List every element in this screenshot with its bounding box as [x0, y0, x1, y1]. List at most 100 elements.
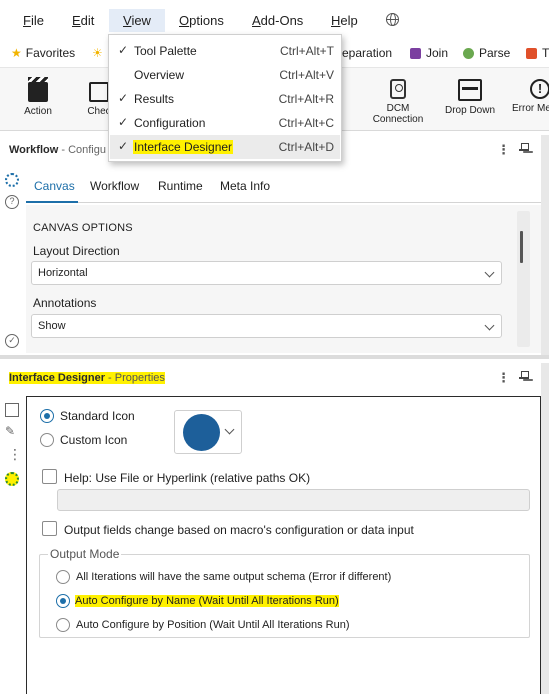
properties-gear-icon[interactable] [5, 472, 19, 486]
help-path-field[interactable] [57, 489, 530, 511]
join-tab[interactable]: Join [410, 46, 448, 60]
output-mode-by-position-label: Auto Configure by Position (Wait Until A… [76, 619, 350, 631]
view-menu-shortcut: Ctrl+Alt+T [279, 44, 334, 58]
tool-dcm-connection[interactable]: DCM Connection [363, 76, 433, 125]
scrollbar-thumb[interactable] [520, 231, 523, 263]
menu-file-label: ile [30, 13, 44, 28]
view-menu-item-interface-designer[interactable]: ✓ Interface Designer Ctrl+Alt+D [110, 135, 340, 159]
icon-picker-select[interactable] [174, 410, 242, 454]
help-checkbox[interactable] [42, 469, 57, 484]
tool-error-message[interactable]: ! Error Me [505, 76, 549, 114]
parse-icon [463, 47, 474, 59]
globe-icon[interactable] [386, 13, 399, 26]
menu-file[interactable]: File [23, 13, 44, 28]
join-label: Join [426, 46, 449, 60]
parse-label: Parse [479, 46, 511, 60]
panel-right-edge [541, 363, 549, 694]
menu-options[interactable]: Options [179, 13, 224, 28]
tab-canvas[interactable]: Canvas [34, 179, 75, 193]
check-icon: ✓ [118, 43, 129, 57]
tab-meta-info[interactable]: Meta Info [220, 179, 270, 193]
annotations-select[interactable]: Show [31, 314, 502, 338]
preparation-tab[interactable]: eparation [342, 46, 392, 60]
more-options-icon[interactable]: ⋮ [497, 142, 510, 158]
view-menu-label: Configuration [134, 116, 206, 130]
standard-icon-label: Standard Icon [60, 409, 135, 423]
output-mode-by-position-radio[interactable] [56, 618, 70, 632]
layout-view-icon[interactable] [5, 403, 19, 417]
interface-designer-title: Interface Designer - Properties [9, 372, 165, 384]
tool-error-label: Error Me [512, 103, 549, 114]
transform-tab[interactable]: Tr [526, 46, 549, 60]
check-icon: ✓ [118, 139, 129, 153]
chevron-down-icon [484, 267, 495, 278]
tool-dcm-label-1: DCM [386, 103, 410, 114]
output-fields-checkbox[interactable] [42, 521, 57, 536]
standard-icon-radio[interactable] [40, 409, 54, 423]
help-label: Help: Use File or Hyperlink (relative pa… [64, 471, 311, 485]
dropdown-icon [458, 79, 482, 101]
view-menu-item-tool-palette[interactable]: ✓ Tool Palette Ctrl+Alt+T [110, 39, 340, 63]
menu-view[interactable]: View [109, 9, 165, 32]
output-mode-by-name-radio[interactable] [56, 594, 70, 608]
tab-runtime[interactable]: Runtime [158, 179, 203, 193]
menu-help-label: elp [340, 13, 358, 28]
star-icon: ★ [11, 46, 22, 60]
tool-action-label: Action [24, 106, 52, 117]
view-menu-item-configuration[interactable]: ✓ Configuration Ctrl+Alt+C [110, 111, 340, 135]
parse-tab[interactable]: Parse [463, 46, 510, 60]
tab-workflow[interactable]: Workflow [90, 179, 139, 193]
menu-view-label: iew [131, 13, 151, 28]
dcm-icon [390, 79, 406, 99]
menu-file-accel: F [23, 13, 31, 28]
view-menu-label: Tool Palette [134, 44, 197, 58]
output-fields-label: Output fields change based on macro's co… [64, 523, 414, 537]
gear-icon[interactable] [5, 173, 19, 187]
output-mode-same-schema-radio[interactable] [56, 570, 70, 584]
check-circle-icon[interactable]: ✓ [5, 334, 19, 348]
pin-icon[interactable] [519, 143, 529, 155]
menu-help[interactable]: Help [331, 13, 358, 28]
workflow-panel-title: Workflow - Configu [9, 144, 106, 156]
output-mode-legend: Output Mode [48, 547, 122, 561]
layout-direction-label: Layout Direction [33, 244, 120, 258]
menu-help-accel: H [331, 13, 341, 28]
workflow-title: Workflow [9, 144, 59, 156]
active-tab-indicator [26, 201, 78, 203]
more-options-icon[interactable]: ⋮ [497, 370, 510, 386]
custom-icon-label: Custom Icon [60, 433, 128, 447]
view-menu-item-results[interactable]: ✓ Results Ctrl+Alt+R [110, 87, 340, 111]
help-icon[interactable]: ? [5, 195, 19, 209]
annotations-value: Show [38, 320, 66, 332]
menu-edit-label: dit [80, 13, 95, 28]
tab-runtime-label: Runtime [158, 179, 203, 193]
macro-icon-preview [183, 414, 220, 451]
tool-dcm-label-2: Connection [372, 114, 424, 125]
tool-action[interactable]: Action [3, 76, 73, 117]
favorites-tab[interactable]: ★ Favorites [11, 46, 75, 60]
panel-splitter[interactable] [0, 355, 549, 359]
layout-direction-select[interactable]: Horizontal [31, 261, 502, 285]
pin-icon[interactable] [519, 371, 529, 383]
interface-designer-properties: Standard Icon Custom Icon Help: Use File… [26, 396, 541, 694]
workflow-subtitle: - Configu [58, 144, 106, 156]
menu-addons[interactable]: Add-Ons [252, 13, 303, 28]
tool-drop-down[interactable]: Drop Down [435, 76, 505, 116]
layout-direction-value: Horizontal [38, 267, 88, 279]
menu-options-label: ptions [189, 13, 224, 28]
output-mode-group: Output Mode All Iterations will have the… [39, 547, 530, 638]
tree-icon[interactable] [5, 446, 22, 463]
output-mode-by-name-label: Auto Configure by Name (Wait Until All I… [75, 595, 339, 607]
check-icon: ✓ [118, 115, 129, 129]
view-menu-label: Results [134, 92, 175, 106]
view-menu-label: Overview [134, 68, 185, 82]
wand-icon[interactable] [5, 424, 19, 440]
custom-icon-radio[interactable] [40, 433, 54, 447]
transform-icon [526, 47, 537, 59]
error-icon: ! [530, 79, 549, 99]
menu-edit[interactable]: Edit [72, 13, 94, 28]
vertical-scrollbar[interactable] [517, 211, 530, 347]
output-mode-same-schema-label: All Iterations will have the same output… [76, 571, 392, 583]
view-menu-item-overview[interactable]: Overview Ctrl+Alt+V [110, 63, 340, 87]
workflow-side-strip: ? ✓ [0, 166, 24, 354]
